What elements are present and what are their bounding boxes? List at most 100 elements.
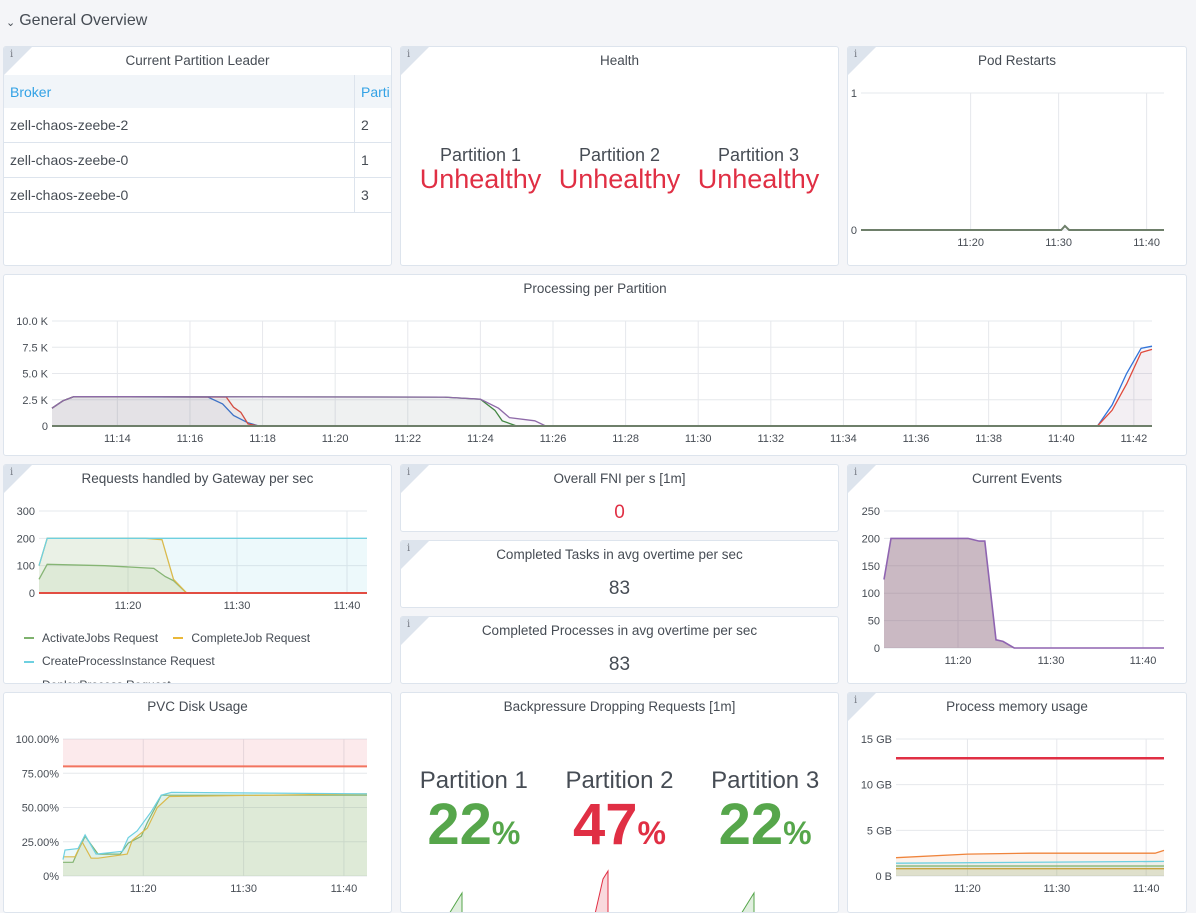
panel-title[interactable]: Current Partition Leader xyxy=(4,53,391,68)
stat-unit: % xyxy=(637,815,666,851)
stat-number: 22 xyxy=(427,792,492,857)
x-tick-label: 11:42 xyxy=(1120,433,1147,445)
cell-broker: zell-chaos-zeebe-2 xyxy=(4,108,355,142)
backpressure-stats: Partition 1 22% Partition 2 47% Partitio… xyxy=(401,767,838,856)
backpressure-partition-3: Partition 3 22% xyxy=(711,767,819,856)
legend-swatch xyxy=(173,637,184,639)
x-tick-label: 11:30 xyxy=(1043,883,1070,895)
backpressure-partition-2: Partition 2 47% xyxy=(565,767,673,856)
processes-value: 83 xyxy=(608,654,631,675)
stat-value: 47% xyxy=(565,794,673,856)
y-tick-label: 0 B xyxy=(875,871,892,883)
panel-pvc-disk-usage: PVC Disk Usage 0% 25.00% 50.00% 75.00% 100.0… xyxy=(3,692,392,913)
legend-item[interactable]: CreateProcessInstance Request xyxy=(24,651,215,672)
y-tick-label: 250 xyxy=(862,506,880,518)
y-tick-label: 200 xyxy=(862,533,880,545)
y-tick-label: 5 GB xyxy=(867,825,892,837)
panel-backpressure: Backpressure Dropping Requests [1m] Part… xyxy=(400,692,839,913)
column-header-partition[interactable]: Parti xyxy=(355,84,390,100)
y-tick-label: 7.5 K xyxy=(22,342,48,354)
panel-completed-processes: i Completed Processes in avg overtime pe… xyxy=(400,616,839,684)
row-title: General Overview xyxy=(19,12,148,29)
panel-process-memory: i Process memory usage 0 B5 GB 10 GB 15 GB… xyxy=(847,692,1187,913)
stat-label: Partition 1 xyxy=(419,767,528,794)
processing-chart[interactable]: 0 2.5 K 5.0 K 7.5 K 10.0 K 11:14 11:16 11:18 11:… xyxy=(4,275,1187,456)
stat-value: 22% xyxy=(420,792,528,857)
gateway-chart[interactable]: 0 100 200 300 11:20 11:30 11:40 xyxy=(4,465,392,615)
y-tick-label: 15 GB xyxy=(861,734,892,746)
legend-swatch xyxy=(24,660,34,663)
current-events-chart[interactable]: 0 50 100 150 200 250 11:20 11:30 11:40 xyxy=(848,465,1187,684)
x-tick-label: 11:20 xyxy=(115,600,142,612)
legend-item[interactable]: CompleteJob Request xyxy=(173,628,310,649)
x-tick-label: 11:20 xyxy=(954,883,981,895)
stat-value: Unhealthy xyxy=(697,164,820,194)
series-area-pvc-2 xyxy=(63,792,367,876)
x-tick-label: 11:32 xyxy=(757,433,784,445)
series-area-partition-4 xyxy=(52,396,1152,426)
x-tick-label: 11:28 xyxy=(612,433,639,445)
row-header-general-overview[interactable]: ⌄ General Overview xyxy=(6,12,147,30)
y-tick-label: 50 xyxy=(868,616,880,628)
legend-label: CreateProcessInstance Request xyxy=(42,654,215,668)
y-tick-label: 0 xyxy=(851,225,857,237)
y-tick-label: 100 xyxy=(862,588,880,600)
panel-pod-restarts: i Pod Restarts 0 1 11:20 11:30 11:40 xyxy=(847,46,1187,266)
legend-swatch xyxy=(24,637,34,639)
x-tick-label: 11:18 xyxy=(249,433,276,445)
panel-current-events: i Current Events 0 50 100 150 200 250 11:20 11:… xyxy=(847,464,1187,684)
legend-label: CompleteJob Request xyxy=(191,630,311,645)
x-tick-label: 11:40 xyxy=(334,600,361,612)
stat-label: Partition 2 xyxy=(565,767,674,794)
threshold-region xyxy=(63,739,367,767)
panel-gateway-requests: i Requests handled by Gateway per sec 01… xyxy=(3,464,392,684)
cell-partition: 2 xyxy=(361,117,369,133)
chevron-down-icon: ⌄ xyxy=(6,16,16,29)
y-tick-label: 0 xyxy=(874,643,880,655)
x-tick-label: 11:36 xyxy=(903,433,930,445)
y-tick-label: 0 xyxy=(29,588,35,600)
panel-title[interactable]: Completed Processes in avg overtime per … xyxy=(401,623,838,638)
table-row: zell-chaos-zeebe-0 1 xyxy=(4,143,391,178)
health-partition-1: Partition 1 Unhealthy xyxy=(420,145,542,193)
stat-label: Partition 1 xyxy=(439,145,522,165)
series-area-createprocessinstance-request xyxy=(39,538,367,593)
table-row: zell-chaos-zeebe-2 2 xyxy=(4,108,391,143)
x-tick-label: 11:22 xyxy=(394,433,421,445)
y-tick-label: 10.0 K xyxy=(16,316,48,328)
x-tick-label: 11:26 xyxy=(540,433,567,445)
stat-value: Unhealthy xyxy=(419,164,542,194)
pod-restarts-chart[interactable]: 0 1 11:20 11:30 11:40 xyxy=(848,47,1187,266)
x-tick-label: 11:30 xyxy=(1045,237,1072,249)
y-tick-label: 5.0 K xyxy=(22,369,48,381)
pvc-chart[interactable]: 0% 25.00% 50.00% 75.00% 100.00% 11:20 11:30 11:… xyxy=(4,693,392,913)
sparkline-area xyxy=(450,893,462,912)
stat-unit: % xyxy=(491,815,521,851)
y-tick-label: 0 xyxy=(42,421,48,433)
x-tick-label: 11:20 xyxy=(322,433,349,445)
column-header-broker[interactable]: Broker xyxy=(4,75,355,108)
panel-completed-tasks: i Completed Tasks in avg overtime per se… xyxy=(400,540,839,608)
x-tick-label: 11:20 xyxy=(945,655,972,667)
legend-item[interactable]: ActivateJobs Request xyxy=(24,628,158,649)
x-tick-label: 11:20 xyxy=(957,237,984,249)
x-tick-label: 11:40 xyxy=(1133,883,1160,895)
x-tick-label: 11:40 xyxy=(1130,655,1157,667)
panel-title[interactable]: Completed Tasks in avg overtime per sec xyxy=(401,547,838,562)
y-tick-label: 0% xyxy=(43,871,59,883)
legend-label: DeployProcess Request xyxy=(42,675,171,684)
legend-item[interactable]: DeployProcess Request xyxy=(24,675,171,684)
stat-unit: % xyxy=(783,815,812,851)
health-partition-3: Partition 3 Unhealthy xyxy=(698,145,820,193)
y-tick-label: 10 GB xyxy=(861,780,892,792)
y-tick-label: 200 xyxy=(17,533,35,545)
series-line-restarts xyxy=(861,224,1164,231)
table-header: Broker Parti xyxy=(4,75,391,108)
table-row: zell-chaos-zeebe-0 3 xyxy=(4,178,391,213)
memory-chart[interactable]: 0 B 5 GB 10 GB 15 GB 11:20 11:30 11:40 xyxy=(848,693,1187,913)
cell-broker: zell-chaos-zeebe-0 xyxy=(4,178,355,212)
panel-title[interactable]: Health xyxy=(401,53,838,68)
x-tick-label: 11:40 xyxy=(331,883,358,895)
panel-title[interactable]: Overall FNI per s [1m] xyxy=(401,471,838,486)
cell-broker: zell-chaos-zeebe-0 xyxy=(4,143,355,177)
